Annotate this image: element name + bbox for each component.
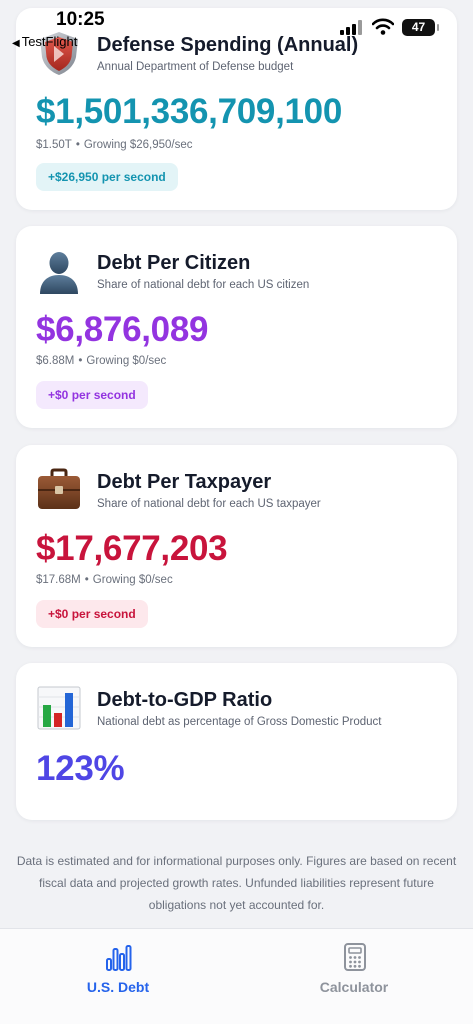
debt-per-citizen-value: $6,876,089	[36, 310, 209, 349]
card-subtitle: National debt as percentage of Gross Dom…	[97, 716, 382, 728]
back-to-app-button[interactable]: ◀ TestFlight	[12, 34, 77, 49]
short-value: $17.68M	[36, 574, 81, 586]
signal-icon	[340, 20, 362, 35]
wifi-icon	[372, 18, 394, 35]
card-title: Debt Per Taxpayer	[97, 471, 272, 493]
card-meta: $1.50T • Growing $26,950/sec	[36, 139, 193, 151]
defense-spending-value: $1,501,336,709,100	[36, 92, 343, 131]
card-subtitle: Share of national debt for each US citiz…	[97, 279, 310, 291]
tab-calculator[interactable]: Calculator	[236, 929, 472, 1024]
bar-chart-icon	[37, 686, 81, 730]
tab-us-debt[interactable]: U.S. Debt	[0, 929, 236, 1024]
app-screen: 10:25 ◀ TestFlight 47 Defense Spending (A…	[0, 0, 473, 1024]
person-icon	[40, 252, 78, 294]
back-app-label: TestFlight	[21, 34, 78, 49]
tab-label: U.S. Debt	[86, 979, 150, 995]
card-meta: $17.68M • Growing $0/sec	[36, 574, 173, 586]
calculator-icon	[344, 943, 366, 971]
debt-per-citizen-card[interactable]: Debt Per Citizen Share of national debt …	[16, 226, 457, 428]
battery-icon: 47	[402, 19, 439, 36]
status-time: 10:25	[56, 9, 105, 30]
debt-to-gdp-card[interactable]: Debt-to-GDP Ratio National debt as perce…	[16, 663, 457, 820]
card-title: Debt Per Citizen	[97, 252, 251, 274]
card-title: Debt-to-GDP Ratio	[97, 689, 273, 711]
briefcase-icon	[38, 468, 80, 509]
debt-to-gdp-value: 123%	[36, 749, 125, 788]
growth-rate: Growing $0/sec	[92, 574, 173, 586]
rate-badge: +$0 per second	[36, 381, 148, 409]
growth-rate: Growing $26,950/sec	[83, 139, 193, 151]
disclaimer-text: Data is estimated and for informational …	[16, 854, 457, 912]
card-subtitle: Annual Department of Defense budget	[97, 61, 294, 73]
chart-bars-icon	[106, 945, 132, 971]
back-arrow-icon: ◀	[12, 38, 20, 49]
card-meta: $6.88M • Growing $0/sec	[36, 355, 167, 367]
growth-rate: Growing $0/sec	[86, 355, 167, 367]
debt-per-taxpayer-card[interactable]: Debt Per Taxpayer Share of national debt…	[16, 445, 457, 647]
card-subtitle: Share of national debt for each US taxpa…	[97, 498, 321, 510]
short-value: $6.88M	[36, 355, 75, 367]
rate-badge: +$26,950 per second	[36, 163, 178, 191]
short-value: $1.50T	[36, 139, 72, 151]
debt-per-taxpayer-value: $17,677,203	[36, 529, 228, 568]
tab-bar: U.S. Debt Calculator	[0, 928, 473, 1024]
rate-badge: +$0 per second	[36, 600, 148, 628]
status-bar: 10:25 ◀ TestFlight 47	[0, 0, 473, 50]
tab-label: Calculator	[319, 979, 389, 995]
